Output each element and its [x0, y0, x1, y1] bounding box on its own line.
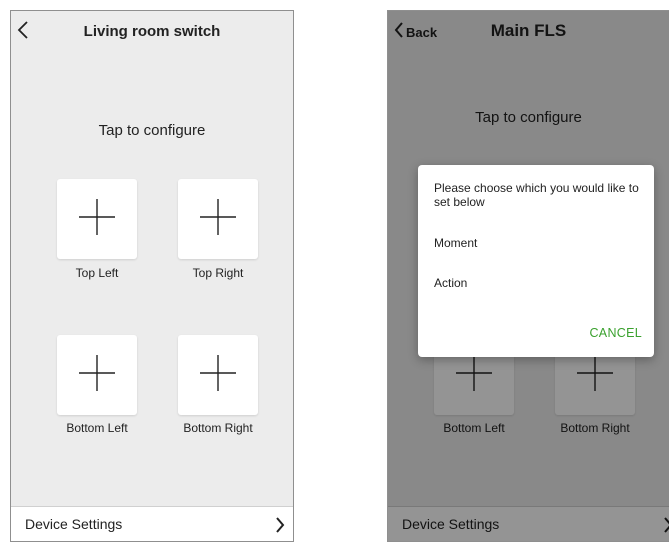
choice-dialog: Please choose which you would like to se…	[418, 165, 654, 357]
option-action[interactable]: Action	[434, 276, 467, 290]
dialog-message: Please choose which you would like to se…	[434, 181, 639, 209]
top-left-button[interactable]	[57, 179, 137, 259]
main-fls-screen: Back Main FLS Tap to configure Bottom Le…	[387, 10, 669, 542]
device-settings-label: Device Settings	[25, 516, 123, 532]
bottom-left-button[interactable]	[57, 335, 137, 415]
bottom-left-label: Bottom Left	[66, 421, 128, 435]
page-title: Living room switch	[83, 23, 221, 40]
top-left-label: Top Left	[75, 266, 119, 280]
living-room-switch-screen: Living room switch Tap to configure Top …	[10, 10, 294, 542]
plus-icon	[198, 197, 238, 242]
bottom-right-button[interactable]	[178, 335, 258, 415]
device-settings-row[interactable]: Device Settings	[11, 506, 293, 541]
chevron-right-icon	[275, 517, 285, 538]
header: Living room switch	[11, 11, 293, 53]
plus-icon	[198, 353, 238, 398]
top-right-label: Top Right	[192, 266, 244, 280]
configure-prompt: Tap to configure	[98, 122, 206, 139]
option-moment[interactable]: Moment	[434, 236, 477, 250]
plus-icon	[77, 353, 117, 398]
cancel-button[interactable]: CANCEL	[589, 326, 642, 340]
top-right-button[interactable]	[178, 179, 258, 259]
plus-icon	[77, 197, 117, 242]
bottom-right-label: Bottom Right	[183, 421, 253, 435]
